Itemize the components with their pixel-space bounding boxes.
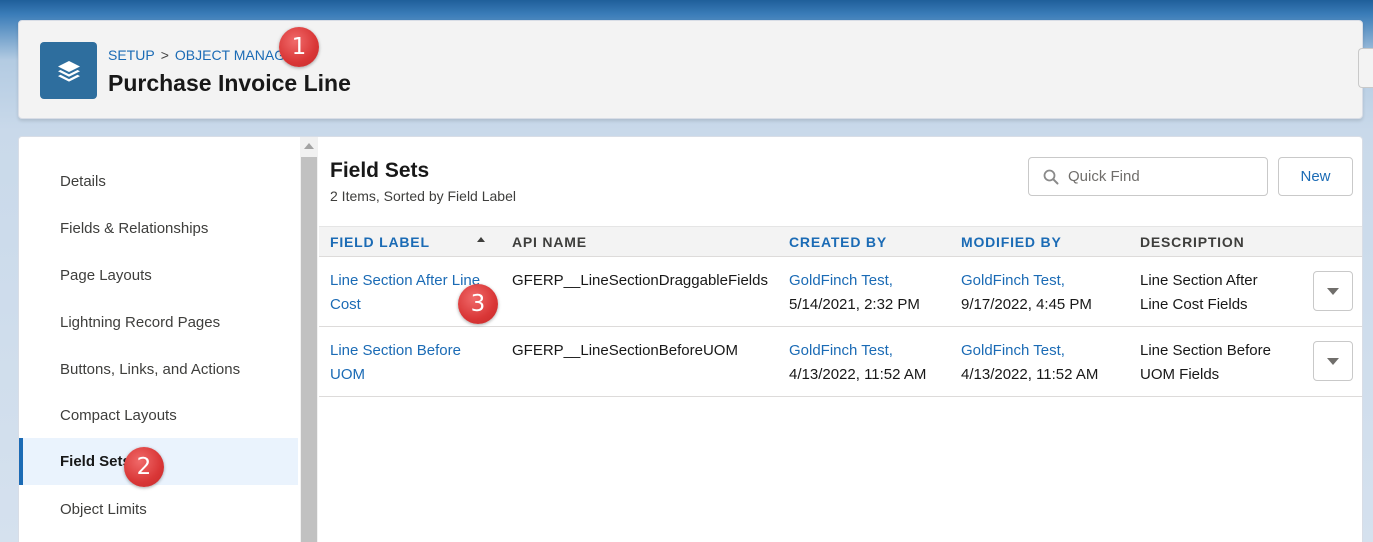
field-label-line: Line Section Before xyxy=(330,342,461,359)
content-subtitle: 2 Items, Sorted by Field Label xyxy=(330,188,516,204)
sidebar-item-compact-layouts[interactable]: Compact Layouts xyxy=(19,392,298,439)
modified-by-date: 9/17/2022, 4:45 PM xyxy=(961,296,1092,313)
modified-by-cell: GoldFinch Test, 4/13/2022, 11:52 AM xyxy=(961,339,1098,387)
row-actions-button[interactable] xyxy=(1313,341,1353,381)
api-name-cell: GFERP__LineSectionDraggableFields xyxy=(512,272,768,289)
field-label-link[interactable]: Line Section After Line Cost xyxy=(330,269,480,317)
created-by-user-link[interactable]: GoldFinch Test, xyxy=(789,269,920,293)
chevron-down-icon xyxy=(1327,357,1339,365)
description-cell: Line Section After Line Cost Fields xyxy=(1140,269,1258,317)
step-badge-3: 3 xyxy=(458,284,498,324)
page-title: Purchase Invoice Line xyxy=(108,70,351,96)
step-badge-1: 1 xyxy=(279,27,319,67)
scrollbar-thumb[interactable] xyxy=(301,157,317,542)
sidebar-item-page-layouts[interactable]: Page Layouts xyxy=(19,252,298,299)
column-header-created-by[interactable]: CREATED BY xyxy=(789,227,887,257)
row-actions-button[interactable] xyxy=(1313,271,1353,311)
column-header-field-label[interactable]: FIELD LABEL xyxy=(330,227,430,257)
page-header: SETUP > OBJECT MANAGER Purchase Invoice Li… xyxy=(18,20,1373,119)
description-line: Line Section After xyxy=(1140,272,1258,289)
sidebar-item-lightning-record-pages[interactable]: Lightning Record Pages xyxy=(19,299,298,346)
sidebar-scrollbar[interactable] xyxy=(300,137,318,542)
column-header-api-name: API NAME xyxy=(512,234,587,250)
description-cell: Line Section Before UOM Fields xyxy=(1140,339,1271,387)
chevron-down-icon xyxy=(1327,287,1339,295)
description-line: UOM Fields xyxy=(1140,366,1220,383)
new-button[interactable]: New xyxy=(1278,157,1353,196)
sidebar-item-fields-relationships[interactable]: Fields & Relationships xyxy=(19,205,298,252)
main-panel: Details Fields & Relationships Page Layo… xyxy=(18,136,1363,542)
search-icon xyxy=(1043,169,1059,184)
header-side-tab[interactable] xyxy=(1358,48,1373,88)
breadcrumb-setup-link[interactable]: SETUP xyxy=(108,47,155,63)
modified-by-date: 4/13/2022, 11:52 AM xyxy=(961,366,1099,383)
description-line: Line Section Before xyxy=(1140,342,1271,359)
sort-ascending-icon xyxy=(477,237,485,242)
breadcrumb-separator: > xyxy=(160,47,169,63)
step-badge-2: 2 xyxy=(124,447,164,487)
breadcrumb: SETUP > OBJECT MANAGER xyxy=(108,47,305,63)
description-line: Line Cost Fields xyxy=(1140,296,1248,313)
sidebar-item-details[interactable]: Details xyxy=(19,158,298,205)
field-label-link[interactable]: Line Section Before UOM xyxy=(330,339,461,387)
field-sets-content: Field Sets 2 Items, Sorted by Field Labe… xyxy=(319,137,1362,542)
table-row: Line Section Before UOM GFERP__LineSecti… xyxy=(319,327,1362,397)
modified-by-cell: GoldFinch Test, 9/17/2022, 4:45 PM xyxy=(961,269,1092,317)
quick-find-input[interactable] xyxy=(1068,168,1258,185)
object-sidebar: Details Fields & Relationships Page Layo… xyxy=(19,137,300,542)
created-by-user-link[interactable]: GoldFinch Test, xyxy=(789,339,926,363)
modified-by-user-link[interactable]: GoldFinch Test, xyxy=(961,269,1092,293)
scroll-up-icon[interactable] xyxy=(304,143,314,149)
modified-by-user-link[interactable]: GoldFinch Test, xyxy=(961,339,1098,363)
field-label-line: UOM xyxy=(330,366,365,383)
field-label-line: Line Section After Line xyxy=(330,272,481,289)
content-title: Field Sets xyxy=(330,159,430,182)
api-name-cell: GFERP__LineSectionBeforeUOM xyxy=(512,342,738,359)
sidebar-item-object-limits[interactable]: Object Limits xyxy=(19,486,298,533)
created-by-date: 4/13/2022, 11:52 AM xyxy=(789,366,927,383)
quick-find-box[interactable] xyxy=(1028,157,1268,196)
column-header-modified-by[interactable]: MODIFIED BY xyxy=(961,227,1062,257)
column-header-description: DESCRIPTION xyxy=(1140,234,1245,250)
table-header: FIELD LABEL API NAME CREATED BY MODIFIED… xyxy=(319,226,1362,257)
created-by-date: 5/14/2021, 2:32 PM xyxy=(789,296,920,313)
sidebar-item-buttons-links-actions[interactable]: Buttons, Links, and Actions xyxy=(19,346,298,393)
layers-icon xyxy=(40,42,97,99)
created-by-cell: GoldFinch Test, 5/14/2021, 2:32 PM xyxy=(789,269,920,317)
created-by-cell: GoldFinch Test, 4/13/2022, 11:52 AM xyxy=(789,339,926,387)
